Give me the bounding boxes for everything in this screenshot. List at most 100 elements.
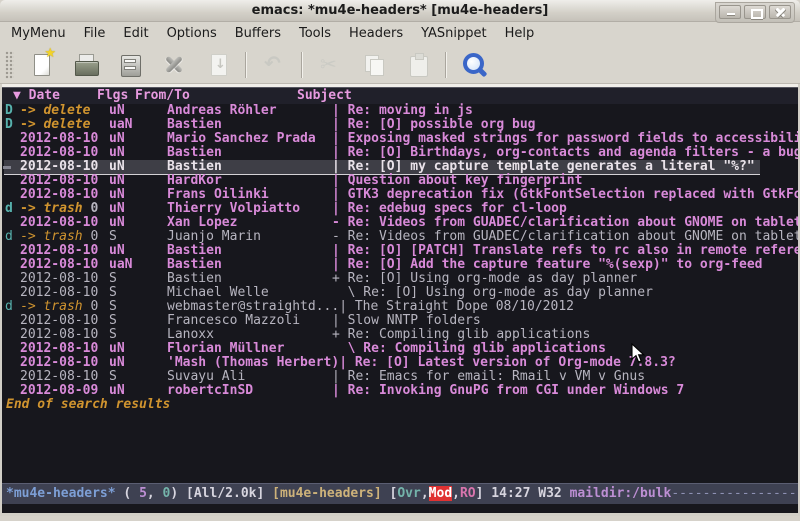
menu-item-yasnippet[interactable]: YASnippet xyxy=(412,22,496,46)
message-row[interactable]: 2012-08-10SLanoxx+ Re: Compiling glib ap… xyxy=(4,328,798,342)
modeline-segment: ) [All/2.0k] xyxy=(170,486,272,501)
mark-action: trash xyxy=(43,299,82,314)
search-icon[interactable] xyxy=(458,49,490,81)
fringe-indicator-icon xyxy=(3,166,11,169)
new-document-icon[interactable] xyxy=(26,49,58,81)
message-from: Bastien xyxy=(167,272,332,286)
toolbar-separator xyxy=(245,52,247,78)
message-row[interactable]: 2012-08-10uNBastien| Re: [O] my capture … xyxy=(4,160,760,174)
copy-icon xyxy=(358,49,390,81)
message-date: 2012-08-10 xyxy=(20,356,109,370)
message-row[interactable]: 2012-08-10SSuvayu Ali| Re: Emacs for ema… xyxy=(4,370,798,384)
message-subject: | GTK3 deprecation fix (GtkFontSelection… xyxy=(332,188,798,202)
mark-char: d xyxy=(4,300,20,314)
modeline-segment: [mu4e-headers] xyxy=(272,486,382,501)
message-subject: | The Straight Dope 08/10/2012 xyxy=(339,300,574,314)
mark-suffix: 0 xyxy=(83,299,99,314)
modeline-segment: ] 14:27 W32 xyxy=(476,486,570,501)
modeline-segment: Mod xyxy=(429,486,452,501)
mark-char: D xyxy=(4,104,20,118)
message-row[interactable]: 2012-08-10uNHardKor| Question about key … xyxy=(4,174,798,188)
message-row[interactable]: 2012-08-10SMichael Welle \ Re: [O] Using… xyxy=(4,286,798,300)
message-from: webmaster@straightd... xyxy=(167,300,339,314)
message-from: robertcInSD xyxy=(167,384,332,398)
mark-suffix: 0 xyxy=(83,229,99,244)
message-from: Juanjo Marin xyxy=(167,230,332,244)
menu-item-file[interactable]: File xyxy=(75,22,115,46)
message-row[interactable]: 2012-08-10uaNBastien| Re: [O] Add the ca… xyxy=(4,258,798,272)
message-row[interactable]: 2012-08-10uNFrans Oilinki| GTK3 deprecat… xyxy=(4,188,798,202)
message-flags: S xyxy=(109,314,167,328)
message-subject: \ Re: Compiling glib applications xyxy=(332,342,606,356)
modeline-segment: Ovr xyxy=(397,486,420,501)
end-of-results-text: End of search results xyxy=(2,398,798,412)
message-date: -> delete xyxy=(20,104,109,118)
close-buffer-icon[interactable] xyxy=(158,49,190,81)
toolbar-separator xyxy=(301,52,303,78)
message-row[interactable]: d-> trash 0Swebmaster@straightd...| The … xyxy=(4,300,798,314)
menu-item-help[interactable]: Help xyxy=(496,22,544,46)
column-header-date[interactable]: ▼ Date xyxy=(13,88,60,104)
message-from: Xan Lopez xyxy=(167,216,332,230)
save-icon[interactable] xyxy=(114,49,146,81)
mark-char xyxy=(4,356,20,370)
close-button[interactable] xyxy=(769,5,791,19)
column-header-flags[interactable]: Flgs xyxy=(97,88,128,104)
menu-item-tools[interactable]: Tools xyxy=(290,22,340,46)
mark-char xyxy=(4,188,20,202)
message-from: Suvayu Ali xyxy=(167,370,332,384)
message-flags: uN xyxy=(109,174,167,188)
titlebar: emacs: *mu4e-headers* [mu4e-headers] xyxy=(0,0,800,22)
modeline-segment: , xyxy=(452,486,460,501)
toolbar xyxy=(0,46,800,84)
mark-char xyxy=(4,258,20,272)
message-flags: S xyxy=(109,272,167,286)
message-row[interactable]: 2012-08-10uNBastien| Re: [O] [PATCH] Tra… xyxy=(4,244,798,258)
menu-item-edit[interactable]: Edit xyxy=(114,22,157,46)
toolbar-drag-handle-icon[interactable] xyxy=(5,51,14,79)
message-row[interactable]: 2012-08-10SBastien+ Re: [O] Using org-mo… xyxy=(4,272,798,286)
message-row[interactable]: D-> deleteuNAndreas Röhler| Re: moving i… xyxy=(4,104,798,118)
minimize-button[interactable] xyxy=(719,5,741,19)
mark-arrow: -> xyxy=(20,229,43,244)
message-from: Andreas Röhler xyxy=(167,104,332,118)
message-subject: | Re: [O] possible org bug xyxy=(332,118,536,132)
message-row[interactable]: 2012-08-10uNBastien| Re: [O] Birthdays, … xyxy=(4,146,798,160)
mark-arrow: -> xyxy=(20,117,43,132)
mode-line[interactable]: *mu4e-headers* ( 5, 0) [All/2.0k] [mu4e-… xyxy=(2,483,798,504)
message-flags: uN xyxy=(109,188,167,202)
mark-char xyxy=(4,384,20,398)
message-row[interactable]: 2012-08-10uNMario Sanchez Prada| Exposin… xyxy=(4,132,798,146)
message-date: 2012-08-10 xyxy=(20,216,109,230)
message-row[interactable]: d-> trash 0uNThierry Volpiatto| Re: edeb… xyxy=(4,202,798,216)
message-from: Thierry Volpiatto xyxy=(167,202,332,216)
menu-item-headers[interactable]: Headers xyxy=(340,22,412,46)
message-from: Lanoxx xyxy=(167,328,332,342)
message-row[interactable]: 2012-08-09uNrobertcInSD| Re: Invoking Gn… xyxy=(4,384,798,398)
menu-item-options[interactable]: Options xyxy=(158,22,226,46)
message-date: 2012-08-10 xyxy=(20,342,109,356)
message-row[interactable]: d-> trash 0SJuanjo Marin- Re: Videos fro… xyxy=(4,230,798,244)
message-subject: - Re: Videos from GUADEC/clarification a… xyxy=(332,216,798,230)
message-row[interactable]: 2012-08-10uNXan Lopez- Re: Videos from G… xyxy=(4,216,798,230)
echo-area[interactable] xyxy=(2,504,798,513)
message-from: Mario Sanchez Prada xyxy=(167,132,332,146)
open-folder-icon[interactable] xyxy=(70,49,102,81)
message-row[interactable]: D-> deleteuaNBastien| Re: [O] possible o… xyxy=(4,118,798,132)
message-row[interactable]: 2012-08-10SFrancesco Mazzoli| Slow NNTP … xyxy=(4,314,798,328)
menu-item-buffers[interactable]: Buffers xyxy=(226,22,290,46)
message-subject: | Re: [O] Add the capture feature "%(sex… xyxy=(332,258,762,272)
message-flags: uN xyxy=(109,202,167,216)
message-flags: uaN xyxy=(109,258,167,272)
message-date: 2012-08-10 xyxy=(20,132,109,146)
column-header-subject[interactable]: Subject xyxy=(297,88,352,104)
mark-char xyxy=(4,272,20,286)
menu-item-mymenu[interactable]: MyMenu xyxy=(2,22,75,46)
message-subject: | Re: moving in js xyxy=(332,104,473,118)
mark-char xyxy=(4,328,20,342)
message-row[interactable]: 2012-08-10uNFlorian Müllner \ Re: Compil… xyxy=(4,342,798,356)
mark-char xyxy=(4,146,20,160)
message-row[interactable]: 2012-08-10uN'Mash (Thomas Herbert)| Re: … xyxy=(4,356,798,370)
maximize-button[interactable] xyxy=(744,5,766,19)
column-header-from[interactable]: From/To xyxy=(135,88,190,104)
